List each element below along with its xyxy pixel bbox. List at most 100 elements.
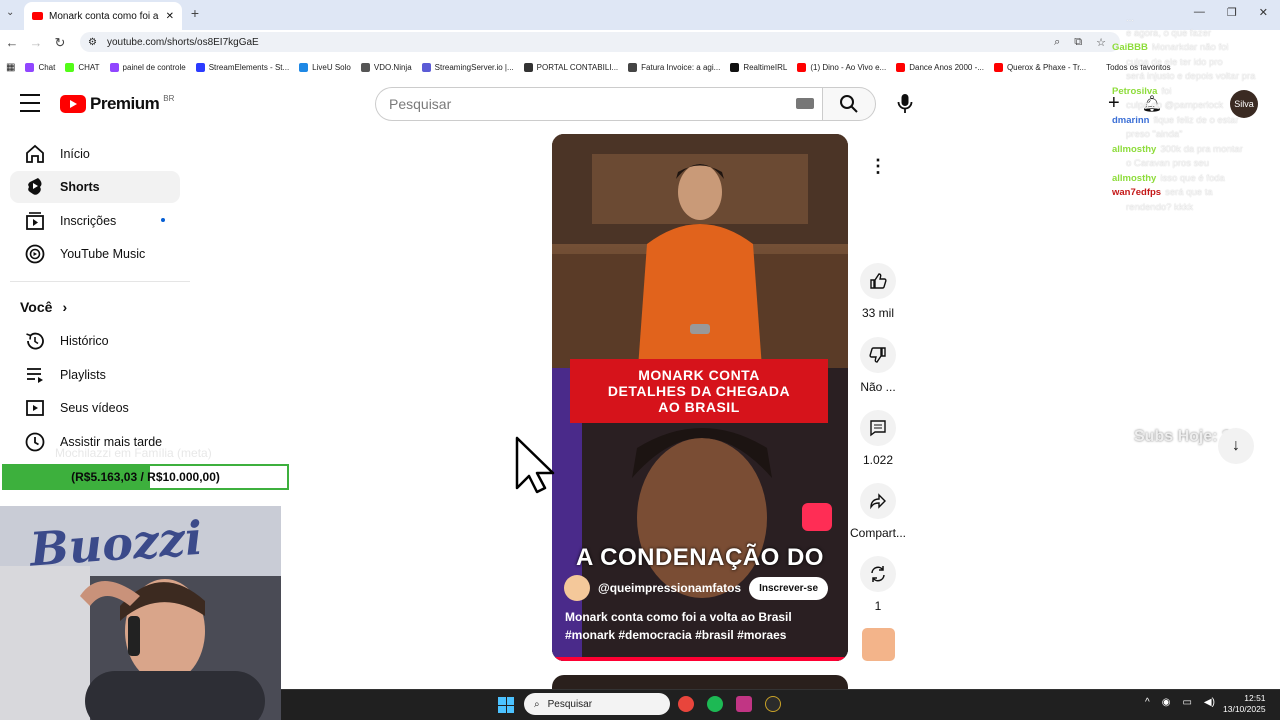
bookmark-item[interactable]: LiveU Solo <box>299 62 351 72</box>
video-progress-bar[interactable] <box>552 657 848 661</box>
install-icon[interactable]: ⧉ <box>1074 36 1082 49</box>
share-button[interactable] <box>860 483 896 519</box>
tab-list-icon[interactable]: ⌄ <box>6 7 14 18</box>
bookmark-label: LiveU Solo <box>312 62 351 72</box>
comments-action[interactable]: 1.022 <box>852 410 904 467</box>
shorts-video-player[interactable]: MONARK CONTA DETALHES DA CHEGADA AO BRAS… <box>552 134 848 661</box>
browser-tab[interactable]: Monark conta como foi a volta ✕ <box>24 2 182 30</box>
youtube-premium-logo[interactable]: Premium BR <box>60 94 174 114</box>
youtube-play-icon <box>60 95 86 113</box>
banner-line-3: AO BRASIL <box>658 399 740 415</box>
channel-name[interactable]: @queimpressionamfatos <box>598 581 741 595</box>
app-icon[interactable] <box>736 696 752 712</box>
chat-username: Petrosilva <box>1112 85 1158 97</box>
bookmark-item[interactable]: painel de controle <box>109 62 186 72</box>
clock-date: 13/10/2025 <box>1223 704 1266 714</box>
subscribe-button[interactable]: Inscrever-se <box>749 576 829 600</box>
chat-message: e agora, o que fazer <box>1112 27 1280 42</box>
search-button[interactable] <box>822 87 876 121</box>
back-icon[interactable]: ← <box>0 35 24 50</box>
sidebar-divider <box>10 281 190 282</box>
sidebar-item-home[interactable]: Início <box>10 138 180 170</box>
thumbs-down-icon <box>869 347 886 363</box>
taskbar-search-label: Pesquisar <box>547 698 593 710</box>
apps-icon[interactable]: ▦ <box>6 62 15 73</box>
mic-tray-icon[interactable]: ◉ <box>1162 697 1171 708</box>
more-options-icon[interactable]: ⋮ <box>862 150 894 182</box>
video-description[interactable]: Monark conta como foi a volta ao Brasil … <box>565 608 835 644</box>
bookmark-label: Fatura Invoice: a agi... <box>641 62 721 72</box>
bookmark-favicon-icon <box>523 62 533 72</box>
search-input[interactable]: Pesquisar <box>375 87 823 121</box>
bookmark-favicon-icon <box>25 62 35 72</box>
chat-message: preso "ainda" <box>1112 128 1280 143</box>
chat-text: culpa de ele ter ido pro <box>1126 56 1223 68</box>
site-info-icon[interactable]: ⚙ <box>88 37 97 48</box>
sidebar-item-music[interactable]: YouTube Music <box>10 238 180 270</box>
channel-avatar[interactable] <box>564 575 590 601</box>
url-text: youtube.com/shorts/os8EI7kgGaE <box>106 36 259 48</box>
zoom-icon[interactable]: ⌕ <box>1054 36 1060 49</box>
bookmark-item[interactable]: Dance Anos 2000 -... <box>896 62 984 72</box>
bookmark-item[interactable]: CHAT <box>65 62 100 72</box>
like-button[interactable] <box>860 263 896 299</box>
bookmark-item[interactable]: StreamingServer.io |... <box>421 62 514 72</box>
webcam-overlay: Buozzi <box>0 506 281 720</box>
bookmark-item[interactable]: (1) Dino - Ao Vivo e... <box>797 62 886 72</box>
you-section-header[interactable]: Você › <box>20 299 67 315</box>
sidebar-item-your-videos[interactable]: Seus vídeos <box>10 392 180 424</box>
bookmark-item[interactable]: Querox & Phaxe - Tr... <box>993 62 1086 72</box>
logo-text: Premium <box>90 94 160 113</box>
reload-icon[interactable]: ↻ <box>48 35 72 51</box>
microphone-icon <box>897 94 913 113</box>
volume-icon[interactable]: ◀) <box>1204 697 1215 708</box>
bookmark-item[interactable]: RealtimeIRL <box>730 62 787 72</box>
close-tab-icon[interactable]: ✕ <box>166 11 174 22</box>
audio-source-thumbnail[interactable] <box>862 628 895 661</box>
bookmark-item[interactable]: PORTAL CONTABILI... <box>523 62 618 72</box>
remix-button[interactable] <box>860 556 896 592</box>
sidebar-item-shorts[interactable]: Shorts <box>10 171 180 204</box>
chat-text: fique feliz de o estar <box>1153 114 1239 126</box>
network-icon[interactable]: ▭ <box>1182 697 1191 708</box>
sidebar-item-subscriptions[interactable]: Inscrições <box>10 205 180 237</box>
bookmark-star-icon[interactable]: ☆ <box>1096 36 1106 49</box>
country-code: BR <box>163 93 175 103</box>
new-tab-button[interactable]: + <box>186 5 204 21</box>
chat-text: foi <box>1161 85 1172 97</box>
share-action[interactable]: Compart... <box>850 483 906 540</box>
bookmark-item[interactable]: VDO.Ninja <box>360 62 412 72</box>
dislike-action[interactable]: Não ... <box>852 337 904 394</box>
bookmark-favicon-icon <box>360 62 370 72</box>
tab-title: Monark conta como foi a volta <box>49 10 160 22</box>
chat-username: dmarinn <box>1112 114 1150 126</box>
chat-message: o Caravan pros seu <box>1112 157 1280 172</box>
bookmark-item[interactable]: Fatura Invoice: a agi... <box>628 62 721 72</box>
sidebar-item-playlists[interactable]: Playlists <box>10 359 180 391</box>
voice-search-button[interactable] <box>888 87 922 121</box>
remix-action[interactable]: 1 <box>852 556 904 613</box>
bookmark-item[interactable]: Chat <box>25 62 55 72</box>
forward-icon[interactable]: → <box>24 35 48 50</box>
shorts-icon <box>10 176 60 198</box>
menu-icon[interactable] <box>20 94 40 112</box>
chat-text: rendendo? kkkk <box>1126 201 1194 213</box>
chevron-right-icon: › <box>62 299 68 315</box>
address-bar[interactable]: ⚙ youtube.com/shorts/os8EI7kgGaE ⌕ ⧉ ☆ <box>80 32 1120 52</box>
chrome-icon[interactable] <box>678 696 694 712</box>
comments-button[interactable] <box>860 410 896 446</box>
dislike-button[interactable] <box>860 337 896 373</box>
windows-start-icon[interactable] <box>498 697 514 713</box>
chevron-up-icon[interactable]: ^ <box>1145 697 1150 708</box>
next-video-button[interactable]: ↓ <box>1218 428 1254 464</box>
taskbar-clock[interactable]: 12:51 13/10/2025 <box>1223 693 1266 715</box>
remix-count: 1 <box>874 599 882 613</box>
spotify-icon[interactable] <box>707 696 723 712</box>
app-icon-2[interactable] <box>765 696 781 712</box>
next-short-preview[interactable] <box>552 675 848 689</box>
keyboard-icon[interactable] <box>796 98 814 109</box>
like-action[interactable]: 33 mil <box>852 263 904 320</box>
sidebar-item-history[interactable]: Histórico <box>10 325 180 357</box>
taskbar-search[interactable]: ⌕ Pesquisar <box>524 693 670 715</box>
bookmark-item[interactable]: StreamElements - St... <box>195 62 289 72</box>
